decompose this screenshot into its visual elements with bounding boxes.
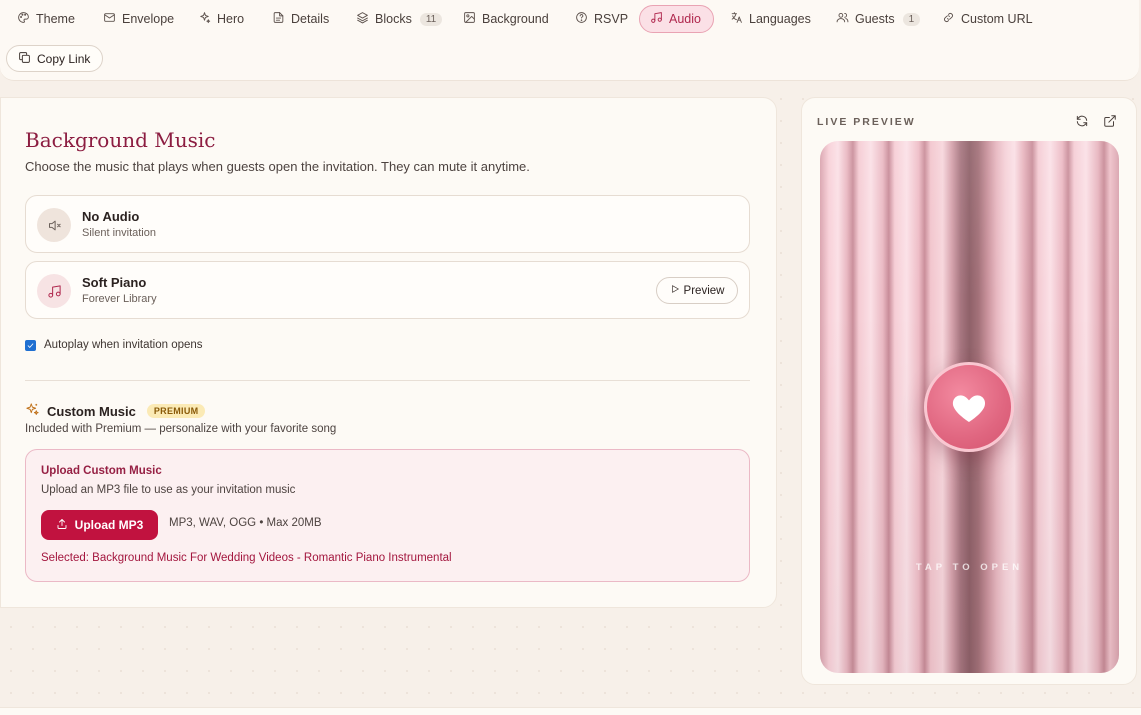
option-meta: Silent invitation bbox=[82, 227, 156, 239]
autoplay-checkbox[interactable] bbox=[25, 339, 36, 351]
live-preview-panel: LIVE PREVIEW TAP TO OPEN bbox=[801, 97, 1137, 685]
copy-link-label: Copy Link bbox=[37, 51, 91, 66]
upload-panel: Upload Custom Music Upload an MP3 file t… bbox=[25, 449, 750, 582]
top-navigation: Theme Envelope Hero Details Blocks 11 Ba… bbox=[0, 0, 1139, 81]
tab-label: Custom URL bbox=[961, 12, 1033, 26]
autoplay-label: Autoplay when invitation opens bbox=[44, 339, 203, 351]
upload-mp3-button[interactable]: Upload MP3 bbox=[41, 510, 158, 540]
page-title: Background Music bbox=[25, 128, 216, 152]
refresh-icon[interactable] bbox=[1075, 114, 1089, 128]
play-icon bbox=[670, 284, 680, 297]
copy-icon bbox=[18, 51, 31, 67]
section-divider bbox=[25, 380, 750, 381]
option-name: No Audio bbox=[82, 209, 140, 224]
layers-icon bbox=[356, 11, 369, 27]
accepted-formats: MP3, WAV, OGG • Max 20MB bbox=[169, 517, 322, 529]
custom-music-heading: Custom Music PREMIUM bbox=[25, 402, 206, 420]
tab-blocks[interactable]: Blocks 11 bbox=[346, 5, 452, 33]
volume-mute-icon bbox=[37, 208, 71, 242]
sparkles-icon bbox=[25, 402, 40, 420]
tap-to-open-text: TAP TO OPEN bbox=[915, 562, 1024, 573]
external-link-icon[interactable] bbox=[1103, 114, 1117, 128]
music-icon bbox=[650, 11, 663, 27]
envelope-icon bbox=[103, 11, 116, 27]
tab-label: Hero bbox=[217, 12, 245, 26]
tab-custom-url[interactable]: Custom URL bbox=[932, 5, 1043, 33]
tab-label: Languages bbox=[749, 12, 811, 26]
tab-label: Audio bbox=[669, 12, 701, 26]
palette-icon bbox=[17, 11, 30, 27]
invitation-preview[interactable]: TAP TO OPEN bbox=[820, 141, 1119, 673]
document-icon bbox=[272, 11, 285, 27]
tab-label: Background bbox=[482, 12, 549, 26]
audio-option-no-audio[interactable]: No Audio Silent invitation bbox=[25, 195, 750, 253]
users-icon bbox=[836, 11, 849, 27]
image-icon bbox=[463, 11, 476, 27]
live-preview-label: LIVE PREVIEW bbox=[817, 116, 916, 128]
tab-languages[interactable]: Languages bbox=[720, 5, 821, 33]
premium-badge: PREMIUM bbox=[146, 404, 206, 418]
tab-rsvp[interactable]: RSVP bbox=[565, 5, 638, 33]
upload-subtitle: Upload an MP3 file to use as your invita… bbox=[41, 484, 296, 496]
tab-label: Theme bbox=[36, 12, 75, 26]
music-note-icon bbox=[37, 274, 71, 308]
selected-file: Selected: Background Music For Wedding V… bbox=[41, 552, 452, 564]
tab-label: Details bbox=[291, 12, 330, 26]
audio-option-soft-piano[interactable]: Soft Piano Forever Library Preview bbox=[25, 261, 750, 319]
option-name: Soft Piano bbox=[82, 275, 147, 290]
upload-icon bbox=[56, 518, 68, 533]
preview-button[interactable]: Preview bbox=[656, 277, 738, 304]
heart-icon bbox=[952, 395, 986, 422]
tab-guests[interactable]: Guests 1 bbox=[826, 5, 930, 33]
copy-link-button[interactable]: Copy Link bbox=[6, 45, 103, 72]
autoplay-toggle[interactable]: Autoplay when invitation opens bbox=[25, 339, 203, 351]
tab-background[interactable]: Background bbox=[453, 5, 559, 33]
preview-label: Preview bbox=[683, 284, 725, 297]
option-meta: Forever Library bbox=[82, 293, 157, 305]
translate-icon bbox=[730, 11, 743, 27]
custom-music-title: Custom Music bbox=[47, 403, 136, 419]
tab-envelope[interactable]: Envelope bbox=[93, 5, 184, 33]
check-icon bbox=[27, 342, 34, 348]
tab-label: Blocks bbox=[375, 12, 412, 26]
upload-title: Upload Custom Music bbox=[41, 465, 162, 477]
help-circle-icon bbox=[575, 11, 588, 27]
tab-audio[interactable]: Audio bbox=[639, 5, 714, 33]
tab-hero[interactable]: Hero bbox=[188, 5, 254, 33]
tab-theme[interactable]: Theme bbox=[7, 5, 85, 33]
upload-button-label: Upload MP3 bbox=[74, 518, 144, 532]
link-icon bbox=[942, 11, 955, 27]
bottom-bar bbox=[0, 707, 1141, 715]
open-invitation-button[interactable] bbox=[924, 362, 1014, 452]
tab-label: Guests bbox=[855, 12, 895, 26]
tab-details[interactable]: Details bbox=[262, 5, 339, 33]
sparkle-icon bbox=[198, 11, 211, 27]
tab-label: RSVP bbox=[594, 12, 629, 26]
custom-music-subtitle: Included with Premium — personalize with… bbox=[25, 423, 337, 435]
page-subtitle: Choose the music that plays when guests … bbox=[25, 159, 530, 174]
blocks-count-badge: 11 bbox=[419, 12, 443, 26]
tab-label: Envelope bbox=[122, 12, 175, 26]
guests-count-badge: 1 bbox=[902, 12, 921, 26]
